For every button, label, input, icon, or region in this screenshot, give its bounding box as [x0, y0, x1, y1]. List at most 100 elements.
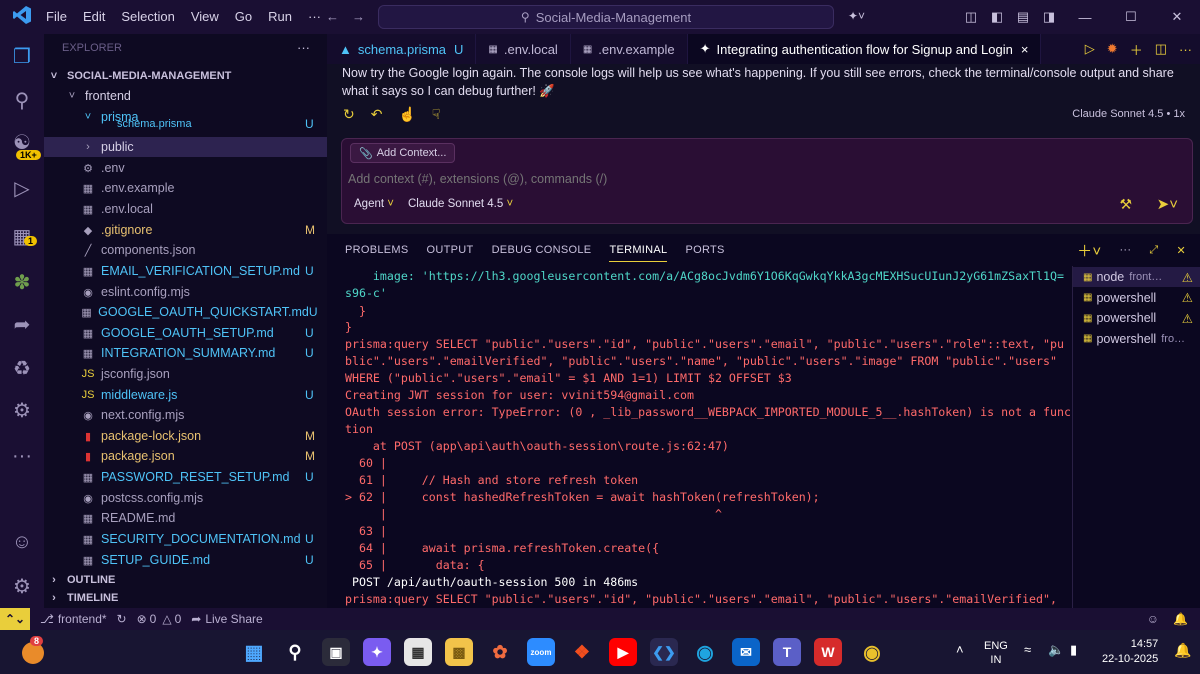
toggle-secondary-icon[interactable]: ◨ — [1036, 9, 1062, 25]
terminal-session[interactable]: ▦ powershell fro… — [1073, 329, 1200, 349]
volume-icon[interactable]: 🔈 — [1048, 642, 1064, 658]
tree-item[interactable]: ▦ SETUP_GUIDE.md U — [44, 550, 327, 570]
tab-ports[interactable]: PORTS — [685, 244, 724, 256]
close-icon[interactable]: ✕ — [1154, 9, 1200, 25]
split-editor-icon[interactable]: ◫ — [1155, 41, 1167, 57]
chat-input[interactable] — [348, 169, 1178, 189]
send-icon[interactable]: ➤˅ — [1157, 195, 1178, 213]
menu-more[interactable]: ··· — [300, 0, 329, 34]
retry-icon[interactable]: ↻ — [343, 106, 355, 123]
timeline-section[interactable]: › TIMELINE — [44, 588, 327, 608]
warning-count[interactable]: 0 — [175, 612, 182, 626]
copilot-chat-icon[interactable]: ⚙ — [0, 390, 44, 430]
maximize-icon[interactable]: ☐ — [1108, 9, 1154, 25]
copilot-app-icon[interactable]: ✦ — [363, 638, 391, 666]
photos-icon[interactable]: ✿ — [486, 638, 514, 666]
tree-item[interactable]: ▦ INTEGRATION_SUMMARY.md U — [44, 343, 327, 363]
menu-edit[interactable]: Edit — [75, 0, 113, 34]
taskbar-search-icon[interactable]: ⚲ — [281, 638, 309, 666]
minimize-icon[interactable]: — — [1062, 10, 1108, 25]
terminal-output[interactable]: image: 'https://lh3.googleusercontent.co… — [327, 266, 1072, 608]
battery-icon[interactable]: ▮ — [1070, 642, 1077, 658]
tab-env-example[interactable]: ▦ .env.example — [571, 34, 688, 64]
back-arrow-icon[interactable]: ← — [326, 9, 339, 24]
outline-section[interactable]: › OUTLINE — [44, 570, 327, 590]
zoom-icon[interactable]: zoom — [527, 638, 555, 666]
edge-icon[interactable]: ◉ — [691, 638, 719, 666]
menu-go[interactable]: Go — [227, 0, 260, 34]
add-context-button[interactable]: 📎 Add Context... — [350, 143, 456, 163]
close-tab-icon[interactable]: × — [1021, 42, 1029, 57]
language-indicator[interactable]: ENG IN — [984, 639, 1008, 667]
tree-item[interactable]: ▦ SECURITY_DOCUMENTATION.md U — [44, 529, 327, 549]
tree-item[interactable]: JS middleware.js U — [44, 385, 327, 405]
file-explorer-icon[interactable]: ▩ — [445, 638, 473, 666]
settings-gear-icon[interactable]: ⚙ — [0, 566, 44, 606]
tree-item[interactable]: ▦ .env.example — [44, 178, 327, 198]
toggle-sidebar-icon[interactable]: ◧ — [984, 9, 1010, 25]
wifi-icon[interactable]: ≈ — [1024, 642, 1031, 657]
youtube-icon[interactable]: ▶ — [609, 638, 637, 666]
clock[interactable]: 14:57 22-10-2025 — [1102, 637, 1158, 667]
vscode-taskbar-icon[interactable]: ❮❯ — [650, 638, 678, 666]
liveshare-button[interactable]: Live Share — [205, 612, 262, 626]
remote-icon[interactable]: ➦ — [0, 304, 44, 344]
tree-item[interactable]: ▦ GOOGLE_OAUTH_SETUP.md U — [44, 323, 327, 343]
tree-item[interactable]: ◉ postcss.config.mjs — [44, 488, 327, 508]
wps-icon[interactable]: W — [814, 638, 842, 666]
run-icon[interactable]: ▷ — [1085, 41, 1095, 57]
tree-item[interactable]: › public — [44, 137, 327, 157]
tab-chat[interactable]: ✦ Integrating authentication flow for Sig… — [687, 34, 1042, 64]
layout-icon[interactable]: ◫ — [958, 9, 984, 25]
remote-indicator[interactable]: ⌃⌄ — [0, 608, 30, 630]
search-sidebar-icon[interactable]: ⚲ — [0, 80, 44, 120]
windows-start-icon[interactable]: ▦ — [240, 638, 268, 666]
menu-view[interactable]: View — [183, 0, 227, 34]
terminal-session[interactable]: ▦ powershell ⚠ — [1073, 288, 1200, 308]
accounts-icon[interactable]: ☺ — [0, 522, 44, 562]
tree-item[interactable]: ˅ frontend — [44, 86, 327, 106]
tab-debug-console[interactable]: DEBUG CONSOLE — [492, 244, 592, 256]
notifications-icon[interactable]: 🔔 — [1173, 612, 1188, 626]
new-chat-icon[interactable]: ＋ — [1130, 40, 1143, 59]
tab-env-local[interactable]: ▦ .env.local — [476, 34, 571, 64]
tree-item[interactable]: ▦ README.md — [44, 508, 327, 528]
tree-item[interactable]: ◉ next.config.mjs — [44, 405, 327, 425]
terminal-session[interactable]: ▦ node front… ⚠ — [1073, 267, 1200, 287]
menu-selection[interactable]: Selection — [113, 0, 182, 34]
tools-icon[interactable]: ⚒ — [1119, 196, 1132, 213]
maximize-panel-icon[interactable]: ⤢ — [1149, 244, 1158, 257]
toggle-panel-icon[interactable]: ▤ — [1010, 9, 1036, 25]
figma-icon[interactable]: ❖ — [568, 638, 596, 666]
mode-dropdown[interactable]: Agent ˅ — [354, 198, 394, 210]
explorer-more-icon[interactable]: ··· — [297, 40, 310, 55]
tree-item[interactable]: ▮ package-lock.json M — [44, 426, 327, 446]
mongodb-icon[interactable]: ✽ — [0, 262, 44, 302]
explorer-icon[interactable]: ❐ — [0, 36, 44, 76]
sparkle-icon[interactable]: ✹ — [1107, 41, 1118, 57]
copilot-status-icon[interactable]: ☺ — [1147, 612, 1159, 626]
tree-item[interactable]: ◆ .gitignore M — [44, 220, 327, 240]
workspace-root[interactable]: ˅ SOCIAL-MEDIA-MANAGEMENT — [44, 66, 327, 86]
tab-schema-prisma[interactable]: ▲ schema.prisma U — [327, 34, 477, 64]
undo-icon[interactable]: ↶ — [371, 106, 383, 123]
task-view-icon[interactable]: ▣ — [322, 638, 350, 666]
tree-item[interactable]: JS jsconfig.json — [44, 364, 327, 384]
tree-item[interactable]: ▦ .env.local — [44, 199, 327, 219]
copilot-icon[interactable]: ✦˅ — [848, 9, 865, 23]
tree-item[interactable]: ▮ package.json M — [44, 446, 327, 466]
outlook-icon[interactable]: ✉ — [732, 638, 760, 666]
teams-icon[interactable]: T — [773, 638, 801, 666]
tree-item[interactable]: ▦ GOOGLE_OAUTH_QUICKSTART.md U — [44, 302, 327, 322]
tree-item[interactable]: ⚙ .env — [44, 158, 327, 178]
store-icon[interactable]: ▦ — [404, 638, 432, 666]
tree-item[interactable]: ╱ components.json — [44, 240, 327, 260]
terminal-more-icon[interactable]: ··· — [1119, 244, 1131, 256]
menu-run[interactable]: Run — [260, 0, 300, 34]
command-center-search[interactable]: ⚲ Social-Media-Management — [378, 5, 834, 29]
close-panel-icon[interactable]: ✕ — [1176, 244, 1186, 257]
tab-terminal[interactable]: TERMINAL — [609, 244, 668, 262]
sync-icon[interactable]: ↻ — [117, 612, 127, 626]
run-debug-icon[interactable]: ▷ — [0, 168, 44, 208]
tree-item[interactable]: ▦ PASSWORD_RESET_SETUP.md U — [44, 467, 327, 487]
